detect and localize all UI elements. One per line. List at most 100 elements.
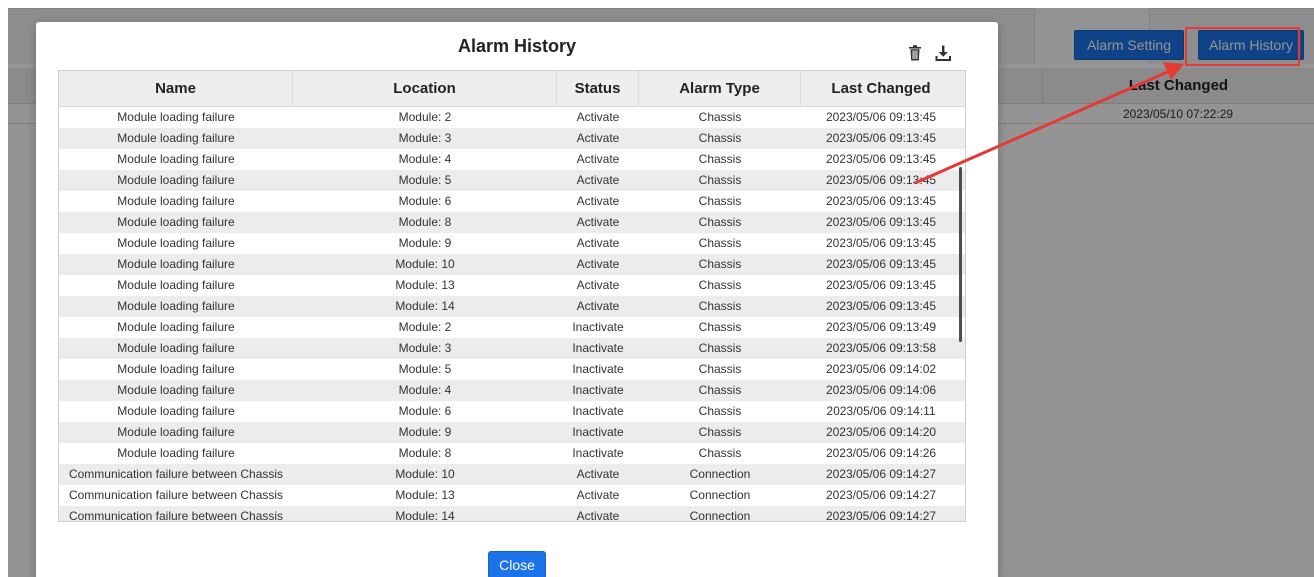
cell-name: Communication failure between Chassis xyxy=(68,488,284,502)
cell-last-changed: 2023/05/06 09:13:45 xyxy=(825,194,937,208)
column-header-location[interactable]: Location xyxy=(293,71,557,107)
cell-last-changed: 2023/05/06 09:13:49 xyxy=(825,320,937,334)
cell-alarm-type: Chassis xyxy=(698,425,742,439)
column-header-last-changed[interactable]: Last Changed xyxy=(801,71,961,107)
cell-location: Module: 2 xyxy=(398,110,452,124)
table-row[interactable]: Module loading failure Module: 6 Inactivat… xyxy=(59,401,965,422)
table-scrollbar[interactable] xyxy=(959,167,962,342)
cell-status: Inactivate xyxy=(572,383,624,397)
cell-status: Activate xyxy=(576,278,620,292)
table-row[interactable]: Module loading failure Module: 3 Inactivat… xyxy=(59,338,965,359)
cell-status: Activate xyxy=(576,467,620,481)
table-row[interactable]: Module loading failure Module: 14 Activate… xyxy=(59,296,965,317)
cell-name: Module loading failure xyxy=(117,383,235,397)
table-row[interactable]: Module loading failure Module: 8 Activate C… xyxy=(59,212,965,233)
table-row[interactable]: Module loading failure Module: 9 Activate C… xyxy=(59,233,965,254)
column-header-alarm-type[interactable]: Alarm Type xyxy=(639,71,801,107)
cell-status: Activate xyxy=(576,488,620,502)
cell-alarm-type: Chassis xyxy=(698,299,742,313)
cell-name: Module loading failure xyxy=(117,110,235,124)
cell-alarm-type: Chassis xyxy=(698,446,742,460)
cell-last-changed: 2023/05/06 09:14:27 xyxy=(825,509,937,521)
cell-name: Communication failure between Chassis xyxy=(68,509,284,521)
cell-last-changed: 2023/05/06 09:13:45 xyxy=(825,236,937,250)
table-row[interactable]: Module loading failure Module: 2 Activate C… xyxy=(59,107,965,128)
cell-alarm-type: Chassis xyxy=(698,320,742,334)
alarm-history-table[interactable]: Name Location Status Alarm Type Last Cha… xyxy=(58,70,966,522)
cell-name: Module loading failure xyxy=(117,446,235,460)
cell-name: Module loading failure xyxy=(117,278,235,292)
cell-status: Activate xyxy=(576,509,620,521)
table-row[interactable]: Communication failure between Chassis Mod… xyxy=(59,485,965,506)
table-row[interactable]: Module loading failure Module: 6 Activate C… xyxy=(59,191,965,212)
table-row[interactable]: Module loading failure Module: 5 Activate C… xyxy=(59,170,965,191)
table-row[interactable]: Module loading failure Module: 5 Inactivat… xyxy=(59,359,965,380)
cell-alarm-type: Chassis xyxy=(698,173,742,187)
cell-status: Activate xyxy=(576,215,620,229)
table-row[interactable]: Module loading failure Module: 4 Activate C… xyxy=(59,149,965,170)
cell-location: Module: 13 xyxy=(395,278,455,292)
cell-alarm-type: Chassis xyxy=(698,278,742,292)
cell-alarm-type: Chassis xyxy=(698,257,742,271)
table-row[interactable]: Module loading failure Module: 2 Inactivat… xyxy=(59,317,965,338)
cell-location: Module: 10 xyxy=(395,257,455,271)
cell-location: Module: 8 xyxy=(398,446,452,460)
cell-last-changed: 2023/05/06 09:13:45 xyxy=(825,110,937,124)
cell-location: Module: 6 xyxy=(398,194,452,208)
cell-last-changed: 2023/05/06 09:14:20 xyxy=(825,425,937,439)
cell-status: Inactivate xyxy=(572,404,624,418)
table-row[interactable]: Module loading failure Module: 13 Activate… xyxy=(59,275,965,296)
cell-name: Module loading failure xyxy=(117,131,235,145)
cell-location: Module: 8 xyxy=(398,215,452,229)
alarm-history-dialog: Alarm History Name Location Status Alarm… xyxy=(36,22,998,577)
table-row[interactable]: Module loading failure Module: 3 Activate C… xyxy=(59,128,965,149)
cell-location: Module: 3 xyxy=(398,341,452,355)
trash-icon[interactable] xyxy=(906,44,924,62)
cell-name: Module loading failure xyxy=(117,341,235,355)
cell-last-changed: 2023/05/06 09:13:45 xyxy=(825,257,937,271)
cell-alarm-type: Connection xyxy=(689,488,751,502)
table-row[interactable]: Communication failure between Chassis Mod… xyxy=(59,464,965,485)
cell-alarm-type: Chassis xyxy=(698,110,742,124)
cell-alarm-type: Chassis xyxy=(698,131,742,145)
cell-status: Activate xyxy=(576,257,620,271)
cell-name: Module loading failure xyxy=(117,236,235,250)
cell-alarm-type: Chassis xyxy=(698,194,742,208)
cell-last-changed: 2023/05/06 09:13:45 xyxy=(825,278,937,292)
cell-alarm-type: Chassis xyxy=(698,404,742,418)
close-button[interactable]: Close xyxy=(488,551,546,577)
cell-last-changed: 2023/05/06 09:14:02 xyxy=(825,362,937,376)
column-header-name[interactable]: Name xyxy=(59,71,293,107)
cell-location: Module: 6 xyxy=(398,404,452,418)
cell-name: Module loading failure xyxy=(117,215,235,229)
table-row[interactable]: Module loading failure Module: 10 Activate… xyxy=(59,254,965,275)
cell-location: Module: 4 xyxy=(398,152,452,166)
cell-last-changed: 2023/05/06 09:13:45 xyxy=(825,215,937,229)
cell-location: Module: 5 xyxy=(398,173,452,187)
cell-last-changed: 2023/05/06 09:14:06 xyxy=(825,383,937,397)
cell-name: Module loading failure xyxy=(117,257,235,271)
table-row[interactable]: Module loading failure Module: 4 Inactivat… xyxy=(59,380,965,401)
cell-name: Module loading failure xyxy=(117,362,235,376)
cell-status: Activate xyxy=(576,131,620,145)
cell-name: Module loading failure xyxy=(117,425,235,439)
cell-last-changed: 2023/05/06 09:13:45 xyxy=(825,152,937,166)
table-row[interactable]: Module loading failure Module: 9 Inactivat… xyxy=(59,422,965,443)
table-row[interactable]: Communication failure between Chassis Mod… xyxy=(59,506,965,521)
cell-status: Activate xyxy=(576,173,620,187)
cell-status: Activate xyxy=(576,110,620,124)
cell-last-changed: 2023/05/06 09:14:11 xyxy=(826,404,936,418)
cell-name: Module loading failure xyxy=(117,173,235,187)
cell-location: Module: 2 xyxy=(398,320,452,334)
cell-name: Module loading failure xyxy=(117,152,235,166)
cell-alarm-type: Chassis xyxy=(698,215,742,229)
download-icon[interactable] xyxy=(934,44,952,62)
table-row[interactable]: Module loading failure Module: 8 Inactivat… xyxy=(59,443,965,464)
column-header-status[interactable]: Status xyxy=(557,71,639,107)
cell-location: Module: 14 xyxy=(395,299,455,313)
cell-name: Module loading failure xyxy=(117,194,235,208)
cell-name: Module loading failure xyxy=(117,299,235,313)
cell-location: Module: 10 xyxy=(395,467,455,481)
cell-status: Inactivate xyxy=(572,341,624,355)
table-body: Module loading failure Module: 2 Activate C… xyxy=(59,107,965,521)
